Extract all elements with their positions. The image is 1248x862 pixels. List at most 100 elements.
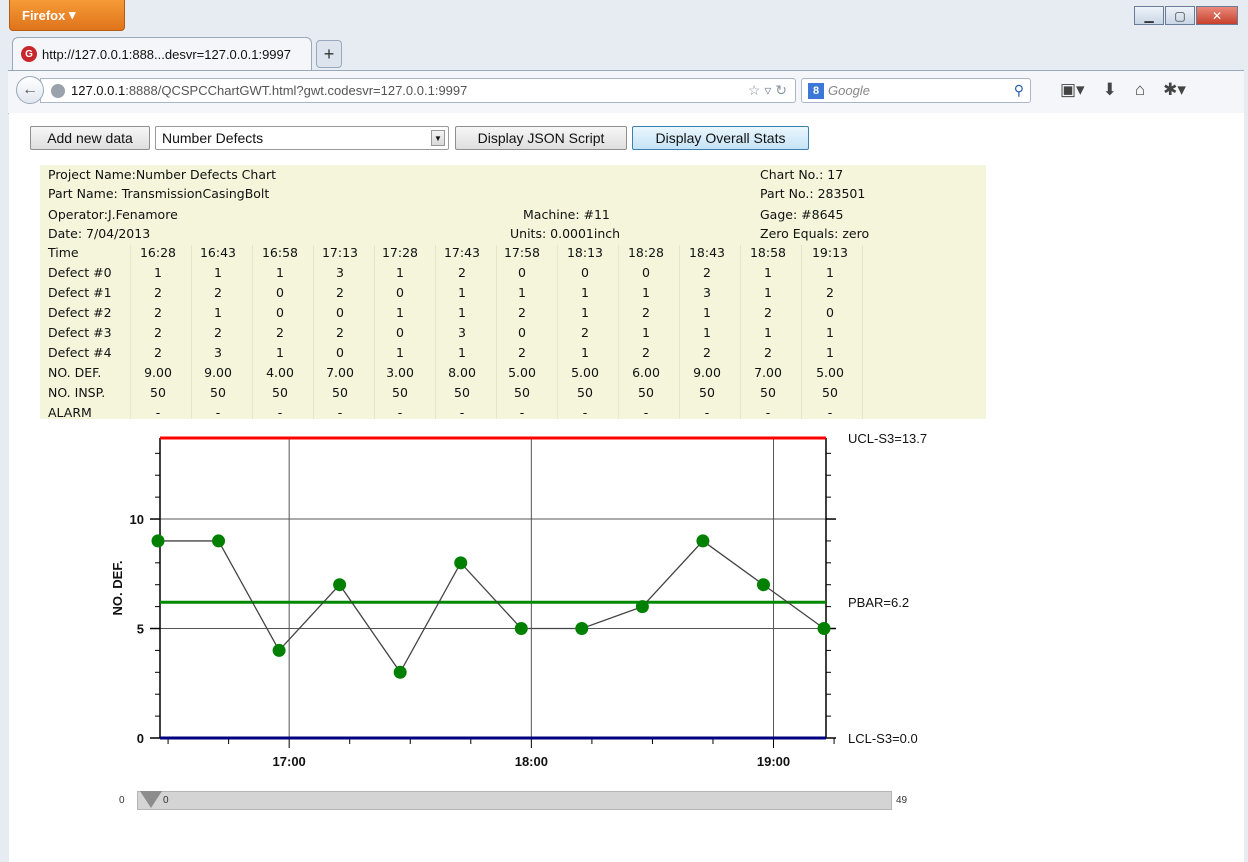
dropdown-arrow-icon[interactable]: ▼	[431, 130, 445, 146]
table-grid-line	[435, 245, 436, 420]
table-cell: -	[643, 405, 649, 420]
table-cell: 1	[458, 285, 466, 300]
table-cell: 5.00	[816, 365, 844, 380]
firefox-menu-label: Firefox	[22, 7, 66, 23]
table-cell: 0	[518, 325, 526, 340]
maximize-icon[interactable]: ▢	[1165, 6, 1195, 25]
table-grid-line	[618, 245, 619, 420]
table-cell: 50	[822, 385, 838, 400]
display-stats-label: Display Overall Stats	[655, 130, 786, 146]
table-cell: 1	[642, 285, 650, 300]
table-cell: -	[277, 405, 283, 420]
table-cell: 7.00	[326, 365, 354, 380]
table-cell: 5.00	[571, 365, 599, 380]
table-cell: -	[582, 405, 588, 420]
units: Units: 0.0001inch	[510, 226, 621, 241]
chart-type-value: Number Defects	[162, 130, 264, 146]
display-json-button[interactable]: Display JSON Script	[455, 126, 627, 150]
table-grid-line	[801, 245, 802, 420]
download-icon[interactable]: ⬇	[1103, 80, 1117, 100]
operator: Operator:J.Fenamore	[48, 207, 178, 222]
table-cell: 3	[336, 265, 344, 280]
bookmarks-icon[interactable]: ▣▾	[1060, 80, 1085, 100]
add-new-data-label: Add new data	[47, 130, 133, 146]
table-cell: 2	[214, 325, 222, 340]
table-cell: 2	[214, 285, 222, 300]
home-icon[interactable]: ⌂	[1135, 80, 1145, 100]
addon-icon[interactable]: ✱▾	[1163, 80, 1186, 100]
table-grid-line	[191, 245, 192, 420]
table-row-label: NO. DEF.	[48, 365, 102, 380]
table-grid-line	[313, 245, 314, 420]
table-cell: 17:13	[321, 245, 359, 260]
tab-title: http://127.0.0.1:888...desvr=127.0.0.1:9…	[42, 46, 291, 62]
table-cell: 1	[154, 265, 162, 280]
table-cell: 0	[642, 265, 650, 280]
table-cell: 18:58	[749, 245, 787, 260]
url-bar[interactable]: 127.0.0.1:8888/QCSPCChartGWT.html?gwt.co…	[40, 78, 796, 103]
table-cell: -	[704, 405, 710, 420]
browser-tab[interactable]: G http://127.0.0.1:888...desvr=127.0.0.1…	[12, 37, 312, 70]
table-cell: 1	[703, 305, 711, 320]
table-cell: 18:13	[566, 245, 604, 260]
close-icon[interactable]: ✕	[1196, 6, 1238, 25]
firefox-menu-button[interactable]: Firefox ▾	[9, 0, 125, 31]
table-cell: 0	[396, 325, 404, 340]
google-search-engine-icon[interactable]: 8	[808, 82, 824, 99]
table-row-label: NO. INSP.	[48, 385, 106, 400]
table-cell: -	[827, 405, 833, 420]
chart-number: Chart No.: 17	[760, 167, 844, 182]
table-cell: 1	[396, 305, 404, 320]
display-stats-button[interactable]: Display Overall Stats	[632, 126, 809, 150]
table-cell: 1	[581, 285, 589, 300]
table-cell: 2	[581, 325, 589, 340]
table-cell: 1	[458, 305, 466, 320]
table-cell: 2	[518, 305, 526, 320]
table-cell: 1	[276, 345, 284, 360]
table-cell: 2	[154, 345, 162, 360]
back-arrow-icon[interactable]: ←	[16, 76, 44, 104]
gwt-favicon-icon: G	[21, 46, 37, 62]
table-cell: -	[765, 405, 771, 420]
search-placeholder: Google	[828, 83, 870, 98]
table-cell: 3	[703, 285, 711, 300]
table-cell: 1	[826, 265, 834, 280]
table-cell: 50	[272, 385, 288, 400]
table-cell: 2	[518, 345, 526, 360]
display-json-label: Display JSON Script	[477, 130, 605, 146]
table-cell: 1	[764, 265, 772, 280]
table-cell: 17:43	[443, 245, 481, 260]
new-tab-button[interactable]: +	[316, 40, 342, 68]
minimize-icon[interactable]: ▁	[1134, 6, 1164, 25]
zero-equals: Zero Equals: zero	[760, 226, 870, 241]
add-new-data-button[interactable]: Add new data	[30, 126, 150, 150]
data-scrollbar[interactable]	[137, 791, 892, 810]
table-cell: 50	[392, 385, 408, 400]
chart-type-select[interactable]: Number Defects ▼	[155, 126, 449, 150]
gage: Gage: #8645	[760, 207, 844, 222]
table-cell: 1	[642, 325, 650, 340]
table-row-label: Defect #1	[48, 285, 112, 300]
part-number: Part No.: 283501	[760, 186, 866, 201]
scrollbar-thumb[interactable]	[140, 791, 162, 808]
table-cell: 2	[703, 345, 711, 360]
table-cell: 16:58	[261, 245, 299, 260]
table-cell: 7.00	[754, 365, 782, 380]
table-grid-line	[740, 245, 741, 420]
table-cell: 1	[826, 345, 834, 360]
table-cell: 4.00	[266, 365, 294, 380]
globe-icon	[51, 83, 65, 98]
search-input[interactable]: 8 Google ⚲	[801, 78, 1031, 103]
bookmark-star-icon[interactable]: ☆ ▿ ↻	[748, 82, 787, 99]
table-cell: 3	[214, 345, 222, 360]
search-icon[interactable]: ⚲	[1014, 82, 1024, 99]
table-cell: 50	[454, 385, 470, 400]
table-grid-line	[557, 245, 558, 420]
table-cell: 1	[764, 285, 772, 300]
table-cell: 1	[214, 305, 222, 320]
table-cell: 5.00	[508, 365, 536, 380]
url-path: :8888/QCSPCChartGWT.html?gwt.codesvr=127…	[125, 83, 468, 98]
table-cell: 1	[396, 265, 404, 280]
table-cell: 1	[214, 265, 222, 280]
table-cell: 2	[826, 285, 834, 300]
